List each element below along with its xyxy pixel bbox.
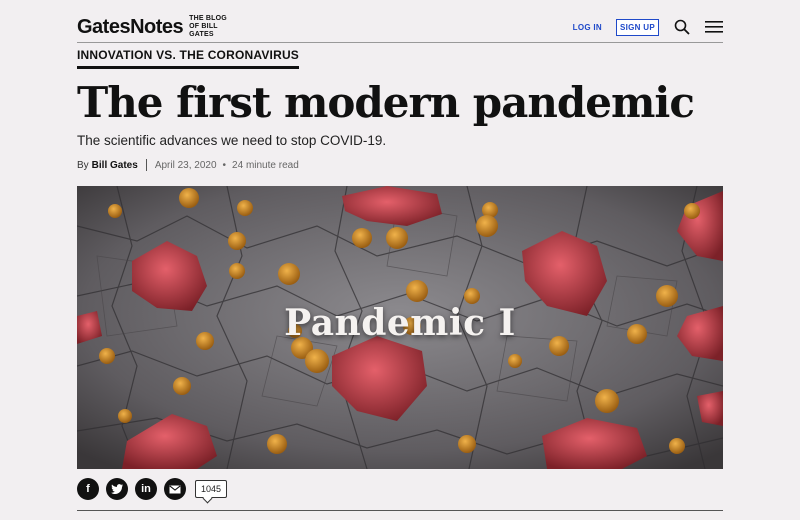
content-divider: [77, 510, 723, 511]
byline: By Bill Gates April 23, 2020 • 24 minute…: [77, 159, 299, 171]
byline-prefix: By: [77, 159, 89, 171]
login-link[interactable]: LOG IN: [573, 23, 602, 32]
site-logo[interactable]: GatesNotes THE BLOG OF BILL GATES: [77, 15, 231, 39]
header-divider: [77, 42, 723, 43]
hero-title: Pandemic I: [284, 302, 516, 344]
article-subtitle: The scientific advances we need to stop …: [77, 133, 387, 148]
facebook-icon[interactable]: f: [77, 478, 99, 500]
twitter-icon[interactable]: [106, 478, 128, 500]
share-bar: f in 1045: [77, 478, 228, 500]
signup-button[interactable]: SIGN UP: [616, 18, 659, 36]
comment-count[interactable]: 1045: [195, 480, 228, 498]
byline-divider: [145, 159, 147, 171]
search-icon[interactable]: [673, 18, 691, 36]
site-header: GatesNotes THE BLOG OF BILL GATES LOG IN…: [77, 12, 723, 42]
menu-icon[interactable]: [705, 18, 723, 36]
logo-tagline: THE BLOG OF BILL GATES: [189, 15, 227, 38]
logo-wordmark[interactable]: GatesNotes: [77, 16, 184, 39]
article-title: The first modern pandemic: [77, 78, 695, 127]
email-icon[interactable]: [164, 478, 186, 500]
hero-image: Pandemic I: [77, 186, 723, 469]
publish-date: April 23, 2020: [154, 159, 217, 171]
read-time: 24 minute read: [232, 159, 299, 171]
article-kicker[interactable]: INNOVATION VS. THE CORONAVIRUS: [77, 48, 300, 69]
author-name[interactable]: Bill Gates: [92, 160, 138, 171]
header-nav: LOG IN SIGN UP: [573, 18, 723, 36]
linkedin-icon[interactable]: in: [135, 478, 157, 500]
byline-dot: •: [222, 159, 227, 171]
